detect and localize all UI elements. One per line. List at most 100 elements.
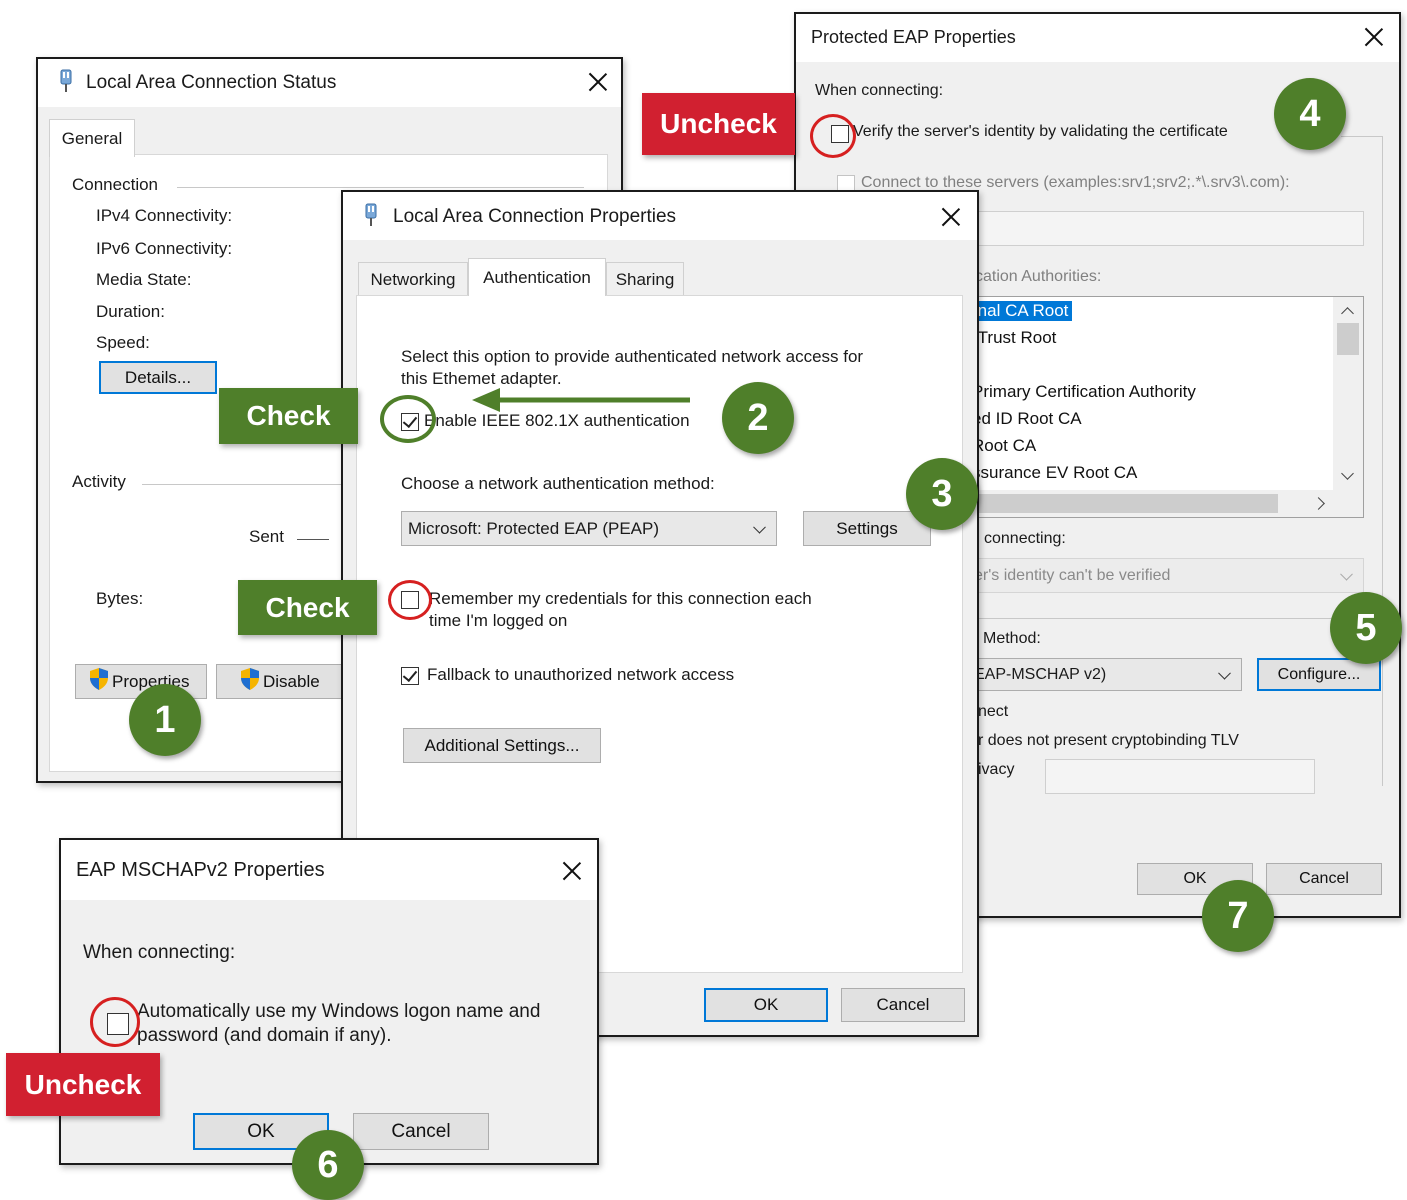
uncheck-callout-verify: Uncheck — [642, 93, 795, 155]
vertical-scrollbar[interactable] — [1333, 297, 1363, 490]
status-window-title: Local Area Connection Status — [86, 72, 337, 93]
activity-heading: Activity — [72, 472, 126, 491]
trusted-ca-label: fication Authorities: — [967, 268, 1102, 285]
tab-authentication[interactable]: Authentication — [468, 258, 606, 296]
method-label: Method: — [983, 630, 1041, 647]
step-2-badge: 2 — [722, 382, 794, 454]
auth-description-line1: Select this option to provide authentica… — [401, 347, 864, 366]
notifications-dropdown-value: er's identity can't be verified — [974, 566, 1171, 584]
peap-titlebar: Protected EAP Properties — [796, 14, 1399, 62]
privacy-label: ivacy — [978, 761, 1015, 778]
network-adapter-icon — [58, 69, 74, 98]
verify-group-border-right — [1382, 136, 1383, 786]
verify-server-highlight-ring — [810, 114, 856, 158]
close-icon[interactable] — [560, 859, 584, 883]
step-5-badge: 5 — [1330, 592, 1402, 664]
mschap-window-title: EAP MSCHAPv2 Properties — [76, 859, 325, 881]
list-item[interactable]: rnal CA Root — [968, 301, 1073, 321]
fallback-checkbox[interactable] — [401, 667, 419, 685]
tab-sharing[interactable]: Sharing — [606, 262, 684, 296]
tab-sharing-label: Sharing — [615, 269, 675, 289]
list-item[interactable]: Root CA — [972, 436, 1036, 456]
scroll-thumb[interactable] — [1337, 323, 1359, 355]
details-button[interactable]: Details... — [99, 361, 217, 394]
mschap-cancel-button[interactable]: Cancel — [353, 1113, 489, 1150]
step-4-badge: 4 — [1274, 78, 1346, 150]
horizontal-scrollbar[interactable] — [968, 490, 1363, 517]
close-icon[interactable] — [939, 205, 963, 229]
scroll-down-icon[interactable] — [1341, 467, 1354, 480]
remember-credentials-highlight-ring — [388, 580, 432, 620]
step-1-badge: 1 — [129, 684, 201, 756]
step-3-badge: 3 — [906, 458, 978, 530]
privacy-input[interactable] — [1045, 759, 1315, 794]
disconnect-label: nect — [978, 703, 1009, 720]
scroll-up-icon[interactable] — [1341, 307, 1354, 320]
verify-group-border — [1341, 136, 1383, 137]
servers-input[interactable] — [967, 211, 1364, 246]
method-divider — [967, 618, 1382, 619]
chevron-down-icon — [753, 520, 766, 534]
peap-cancel-button[interactable]: Cancel — [1266, 863, 1382, 895]
peap-method-value: EAP-MSCHAP v2) — [974, 665, 1107, 683]
auth-method-value: Microsoft: Protected EAP (PEAP) — [408, 518, 659, 538]
speed-label: Speed: — [96, 333, 150, 352]
scroll-thumb-horizontal[interactable] — [968, 494, 1278, 513]
step-7-badge: 7 — [1202, 880, 1274, 952]
mschap-titlebar: EAP MSCHAPv2 Properties — [61, 840, 597, 900]
sent-label: Sent — [249, 527, 284, 546]
list-item[interactable]: ssurance EV Root CA — [972, 463, 1137, 483]
peap-method-dropdown[interactable]: EAP-MSCHAP v2) — [967, 658, 1242, 691]
cryptobinding-label: r does not present cryptobinding TLV — [978, 732, 1239, 749]
props-cancel-button[interactable]: Cancel — [841, 988, 965, 1022]
shield-icon — [239, 667, 261, 696]
ca-list[interactable]: rnal CA Root rTrust Root Primary Certifi… — [967, 296, 1364, 518]
disable-button[interactable]: Disable — [216, 664, 344, 699]
shield-icon — [88, 667, 110, 696]
sent-dash — [297, 539, 329, 540]
chevron-down-icon — [1340, 567, 1353, 581]
remember-credentials-line1: Remember my credentials for this connect… — [429, 589, 812, 608]
enable-8021x-label: Enable IEEE 802.1X authentication — [424, 411, 690, 430]
mschap-body: When connecting: Automatically use my Wi… — [61, 900, 597, 1163]
scroll-right-icon[interactable] — [1312, 497, 1325, 510]
tab-networking-label: Networking — [370, 269, 456, 289]
fallback-label: Fallback to unauthorized network access — [427, 665, 735, 684]
tab-general[interactable]: General — [49, 119, 135, 157]
check-callout-8021x: Check — [219, 388, 358, 444]
close-icon[interactable] — [586, 70, 610, 94]
connection-heading: Connection — [72, 175, 159, 194]
props-ok-button[interactable]: OK — [704, 988, 828, 1022]
status-titlebar: Local Area Connection Status — [38, 59, 621, 107]
remember-credentials-line2: time I'm logged on — [429, 611, 568, 630]
notifications-label: connecting: — [984, 530, 1066, 547]
uncheck-callout-auto-logon: Uncheck — [6, 1053, 160, 1116]
enable-8021x-highlight-ring — [380, 395, 436, 443]
notifications-dropdown[interactable]: er's identity can't be verified — [967, 558, 1364, 593]
verify-server-label: Verify the server's identity by validati… — [853, 123, 1228, 140]
activity-divider — [142, 484, 342, 485]
close-icon[interactable] — [1362, 25, 1386, 49]
list-item[interactable]: ed ID Root CA — [972, 409, 1082, 429]
ipv6-label: IPv6 Connectivity: — [96, 239, 233, 258]
additional-settings-button[interactable]: Additional Settings... — [403, 728, 601, 763]
duration-label: Duration: — [96, 302, 165, 321]
settings-button[interactable]: Settings — [803, 511, 931, 546]
tab-general-label: General — [61, 128, 123, 148]
arrow-left-icon — [472, 388, 690, 412]
auto-logon-line2: password (and domain if any). — [137, 1025, 392, 1046]
tab-networking[interactable]: Networking — [358, 262, 468, 296]
connection-divider — [177, 187, 584, 188]
peap-window-title: Protected EAP Properties — [811, 27, 1016, 47]
check-callout-remember: Check — [238, 580, 377, 635]
peap-when-connecting: When connecting: — [815, 82, 944, 99]
tab-authentication-label: Authentication — [483, 267, 591, 287]
auth-method-dropdown[interactable]: Microsoft: Protected EAP (PEAP) — [401, 511, 777, 546]
list-item[interactable]: rTrust Root — [972, 328, 1056, 348]
auto-logon-highlight-ring — [90, 997, 140, 1047]
auto-logon-line1: Automatically use my Windows logon name … — [137, 1001, 541, 1022]
props-titlebar: Local Area Connection Properties — [343, 192, 977, 240]
list-item[interactable]: Primary Certification Authority — [972, 382, 1196, 402]
props-window-title: Local Area Connection Properties — [393, 206, 677, 227]
media-state-label: Media State: — [96, 270, 192, 289]
